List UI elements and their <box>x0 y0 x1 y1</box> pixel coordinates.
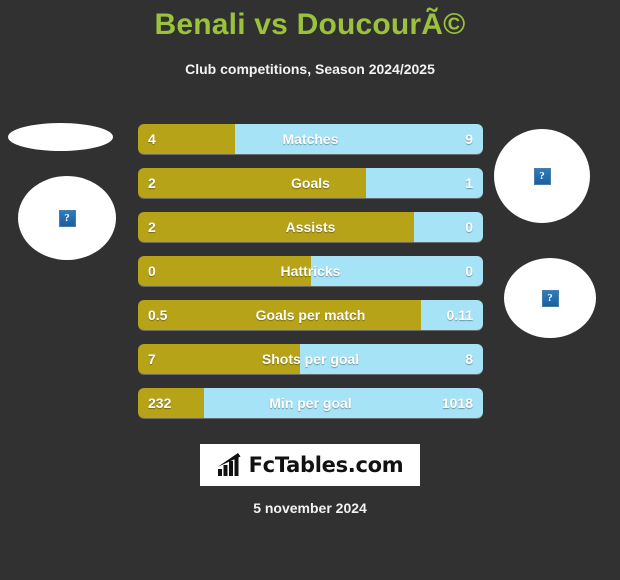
away-value: 1018 <box>441 395 473 411</box>
broken-image-icon: ? <box>533 167 551 185</box>
home-value: 4 <box>148 131 156 147</box>
home-crest-primary: ? <box>18 176 116 260</box>
page-subtitle: Club competitions, Season 2024/2025 <box>185 61 435 77</box>
stat-row: Min per goal 232 1018 <box>138 388 483 418</box>
logo-text: FcTables.com <box>248 453 404 477</box>
chart-date: 5 november 2024 <box>253 500 367 516</box>
fctables-logo[interactable]: FcTables.com <box>200 444 420 486</box>
home-value: 2 <box>148 175 156 191</box>
stat-row: Assists 2 0 <box>138 212 483 242</box>
home-value: 232 <box>148 395 172 411</box>
away-value: 1 <box>465 175 473 191</box>
broken-image-icon: ? <box>58 209 76 227</box>
home-bar-segment <box>138 344 301 374</box>
stat-row: Matches 4 9 <box>138 124 483 154</box>
broken-image-icon: ? <box>541 289 559 307</box>
bar-chart-icon <box>217 453 241 476</box>
stat-row: Shots per goal 7 8 <box>138 344 483 374</box>
stat-row: Hattricks 0 0 <box>138 256 483 286</box>
home-bar-segment <box>138 300 421 330</box>
away-bar-segment <box>310 256 483 286</box>
home-bar-segment <box>138 212 414 242</box>
home-value: 0.5 <box>148 307 168 323</box>
away-value: 0.11 <box>446 307 473 323</box>
stat-row: Goals per match 0.5 0.11 <box>138 300 483 330</box>
stat-bars: Matches 4 9 Goals 2 1 Assists 2 0 Hattricks 0 0 Goal… <box>138 124 483 432</box>
comparison-infographic: Benali vs DoucourÃ© Club competitions, S… <box>0 0 620 580</box>
away-bar-segment <box>300 344 483 374</box>
away-crest-secondary: ? <box>504 258 596 338</box>
home-bar-segment <box>138 256 311 286</box>
away-value: 8 <box>465 351 473 367</box>
stat-row: Goals 2 1 <box>138 168 483 198</box>
away-value: 0 <box>465 263 473 279</box>
home-value: 2 <box>148 219 156 235</box>
away-crest-primary: ? <box>494 129 590 223</box>
away-value: 0 <box>465 219 473 235</box>
home-value: 7 <box>148 351 156 367</box>
home-crest-secondary <box>8 123 113 151</box>
home-value: 0 <box>148 263 156 279</box>
page-title: Benali vs DoucourÃ© <box>154 8 466 41</box>
away-bar-segment <box>234 124 483 154</box>
home-bar-segment <box>138 168 366 198</box>
away-value: 9 <box>465 131 473 147</box>
